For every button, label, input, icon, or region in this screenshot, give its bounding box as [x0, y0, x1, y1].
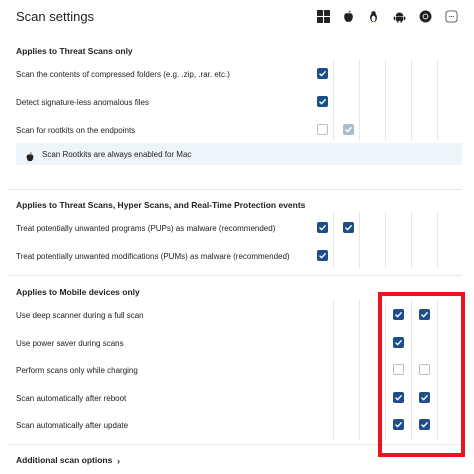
checkbox-pups-windows[interactable] — [317, 222, 328, 233]
checkbox-pums-windows[interactable] — [317, 250, 328, 261]
additional-scan-options-link[interactable]: Additional scan options — [16, 455, 112, 465]
setting-label-deep-scanner: Use deep scanner during a full scan — [16, 311, 144, 320]
checkbox-compressed-windows[interactable] — [317, 68, 328, 79]
checkbox-pups-mac[interactable] — [343, 222, 354, 233]
setting-label-power-saver: Use power saver during scans — [16, 339, 124, 348]
divider — [8, 189, 462, 190]
divider — [8, 275, 462, 276]
checkbox-rootkits-windows[interactable] — [317, 124, 328, 135]
setting-label-compressed-folders: Scan the contents of compressed folders … — [16, 70, 230, 79]
setting-label-after-reboot: Scan automatically after reboot — [16, 394, 127, 403]
chromebook-icon — [444, 9, 458, 23]
chrome-icon — [418, 9, 432, 23]
chevron-right-icon[interactable]: › — [117, 456, 120, 466]
android-icon — [392, 9, 406, 23]
section-heading-threat-scans: Applies to Threat Scans only — [16, 46, 133, 56]
highlight-box — [378, 292, 465, 457]
apple-icon — [341, 9, 355, 23]
checkbox-rootkits-mac — [343, 124, 354, 135]
setting-label-signatureless: Detect signature-less anomalous files — [16, 98, 149, 107]
info-banner-text: Scan Rootkits are always enabled for Mac — [42, 150, 192, 159]
setting-label-after-update: Scan automatically after update — [16, 421, 129, 430]
setting-label-charging: Perform scans only while charging — [16, 366, 138, 375]
linux-icon — [366, 9, 380, 23]
windows-icon — [316, 9, 330, 23]
setting-label-rootkits: Scan for rootkits on the endpoints — [16, 126, 136, 135]
page-title: Scan settings — [16, 9, 95, 24]
checkbox-signatureless-windows[interactable] — [317, 96, 328, 107]
section-heading-mobile: Applies to Mobile devices only — [16, 287, 140, 297]
apple-icon — [25, 149, 35, 162]
setting-label-pups: Treat potentially unwanted programs (PUP… — [16, 224, 276, 233]
section-heading-realtime: Applies to Threat Scans, Hyper Scans, an… — [16, 200, 306, 210]
setting-label-pums: Treat potentially unwanted modifications… — [16, 252, 290, 261]
